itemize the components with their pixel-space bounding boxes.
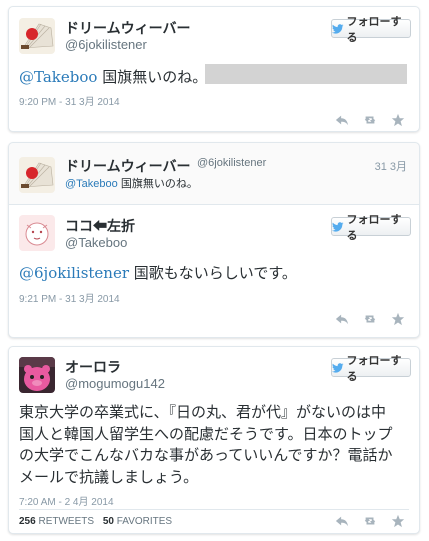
retweets-label: RETWEETS — [38, 516, 95, 527]
tweet-text-line: 東京大学の卒業式に、『日の丸、君が代』がないのは中 — [19, 403, 387, 421]
follow-button[interactable]: フォローする — [331, 355, 411, 383]
twitter-bird-icon — [332, 23, 344, 34]
avatar[interactable] — [19, 18, 55, 54]
retweet-icon[interactable] — [363, 514, 377, 528]
mention-link[interactable]: @Takeboo — [19, 68, 97, 86]
favorite-icon[interactable] — [391, 113, 405, 127]
parent-text-content: 国旗無いのね。 — [117, 178, 198, 190]
favorite-icon[interactable] — [391, 514, 405, 528]
follow-button[interactable]: フォローする — [331, 214, 411, 242]
reply-section: ココ⬅左折 @Takeboo フォローする @6jokilistener 国歌も… — [9, 205, 419, 337]
tweet-actions — [335, 312, 405, 326]
reply-icon[interactable] — [335, 113, 349, 127]
timestamp[interactable]: 9:21 PM - 31 3月 2014 — [19, 290, 120, 305]
tweet-card-3: オーロラ @mogumogu142 フォローする 東京大学の卒業式に、『日の丸、… — [8, 346, 420, 534]
reply-icon[interactable] — [335, 514, 349, 528]
tweet-text-line: 国人と韓国人留学生への配慮だそうです。日本のトップ — [19, 424, 393, 443]
avatar[interactable] — [19, 357, 55, 393]
divider — [19, 509, 409, 510]
parent-text: @Takeboo 国旗無いのね。 — [65, 175, 198, 191]
twitter-bird-icon — [332, 362, 344, 373]
redacted-block — [205, 64, 407, 84]
tweet-actions — [335, 514, 405, 528]
follow-button[interactable]: フォローする — [331, 16, 411, 44]
timestamp[interactable]: 9:20 PM - 31 3月 2014 — [19, 93, 120, 108]
retweet-icon[interactable] — [363, 312, 377, 326]
mention-link[interactable]: @6jokilistener — [19, 264, 129, 282]
author-handle[interactable]: @6jokilistener — [65, 37, 147, 52]
follow-label: フォローする — [346, 213, 402, 242]
tweet-text: @Takeboo 国旗無いのね。 — [19, 66, 207, 87]
parent-author-handle[interactable]: @6jokilistener — [197, 157, 266, 169]
tweet-text: @6jokilistener 国歌もないらしいです。 — [19, 262, 297, 283]
twitter-bird-icon — [332, 221, 344, 232]
tweet-text-content: 国旗無いのね。 — [97, 68, 208, 86]
tweet-text-content: 国歌もないらしいです。 — [129, 264, 297, 282]
author-name[interactable]: ココ⬅左折 — [65, 216, 135, 236]
retweets-stat[interactable]: 256 RETWEETS — [19, 516, 94, 527]
retweet-icon[interactable] — [363, 113, 377, 127]
author-name[interactable]: オーロラ — [65, 357, 121, 377]
tweet-card-1: ドリームウィーバー @6jokilistener フォローする @Takeboo… — [8, 6, 420, 132]
favorites-stat[interactable]: 50 FAVORITES — [103, 516, 172, 527]
parent-avatar[interactable] — [19, 157, 55, 193]
tweet-text-line: の大学でこんなバカな事があっていいんですか？電話か — [19, 446, 393, 464]
favorites-label: FAVORITES — [116, 516, 173, 527]
tweet-stats: 256 RETWEETS 50 FAVORITES — [19, 516, 172, 527]
reply-icon[interactable] — [335, 312, 349, 326]
tweet-text-line: メールで抗議しましょう。 — [19, 467, 199, 486]
author-name[interactable]: ドリームウィーバー — [65, 18, 190, 38]
retweets-count: 256 — [19, 516, 36, 527]
tweet-card-2: ドリームウィーバー @6jokilistener 31 3月 @Takeboo … — [8, 142, 420, 338]
favorites-count: 50 — [102, 516, 114, 527]
follow-label: フォローする — [346, 354, 402, 383]
avatar[interactable] — [19, 215, 55, 251]
author-handle[interactable]: @Takeboo — [65, 235, 127, 250]
tweet-actions — [335, 113, 405, 127]
follow-label: フォローする — [346, 15, 402, 44]
parent-date[interactable]: 31 3月 — [375, 158, 407, 174]
parent-mention-link[interactable]: @Takeboo — [65, 178, 118, 190]
author-handle[interactable]: @mogumogu142 — [65, 376, 165, 391]
timestamp[interactable]: 7:20 AM - 2 4月 2014 — [19, 493, 114, 508]
parent-author-name[interactable]: ドリームウィーバー — [65, 156, 190, 176]
tweet-text: 東京大学の卒業式に、『日の丸、君が代』がないのは中 国人と韓国人留学生への配慮だ… — [19, 402, 393, 488]
favorite-icon[interactable] — [391, 312, 405, 326]
